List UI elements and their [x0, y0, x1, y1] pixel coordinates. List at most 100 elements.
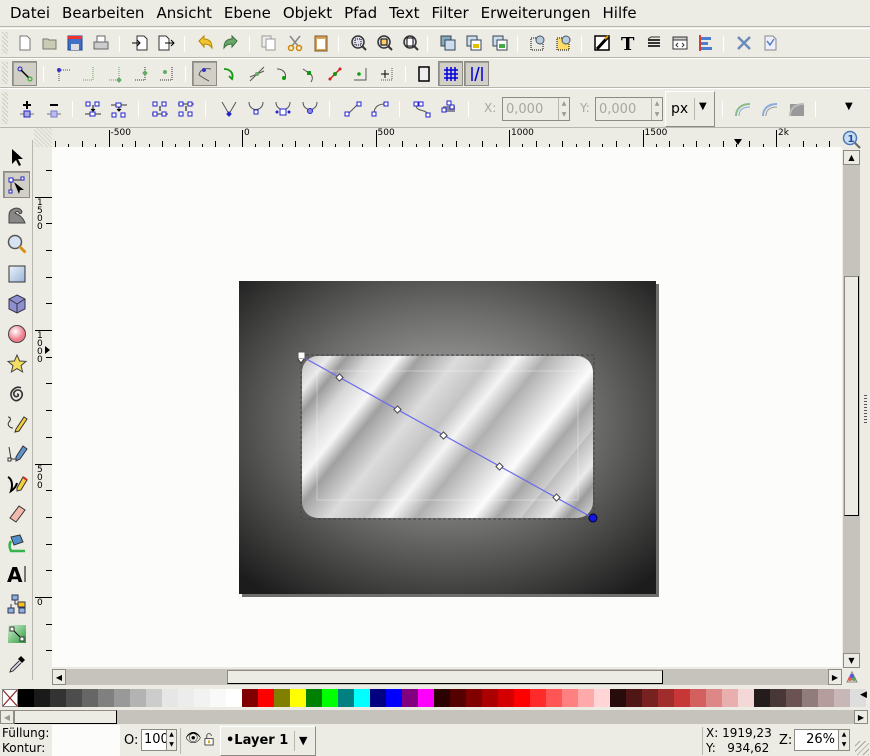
- snap-page-border-icon[interactable]: [413, 63, 435, 85]
- color-swatch[interactable]: [34, 689, 50, 707]
- color-swatch[interactable]: [194, 689, 210, 707]
- snap-midpoints-icon[interactable]: [324, 63, 346, 85]
- horizontal-scrollbar[interactable]: ◀ ▶: [52, 669, 842, 685]
- toolbar-grip[interactable]: [2, 92, 8, 124]
- color-swatch[interactable]: [322, 689, 338, 707]
- delete-segment-icon[interactable]: [175, 98, 197, 120]
- opacity-spin-arrows[interactable]: ▲ ▼: [166, 730, 176, 750]
- color-swatch[interactable]: [498, 689, 514, 707]
- fill-stroke-icon[interactable]: [591, 32, 613, 54]
- tweak-tool-icon[interactable]: [3, 200, 30, 227]
- color-swatch[interactable]: [738, 689, 754, 707]
- color-swatch[interactable]: [178, 689, 194, 707]
- snap-toggle-icon[interactable]: [12, 61, 37, 86]
- xml-editor-icon[interactable]: [669, 32, 691, 54]
- cut-icon[interactable]: [284, 32, 306, 54]
- rectangle-tool-icon[interactable]: [3, 260, 30, 287]
- menu-filter[interactable]: Filter: [432, 2, 469, 24]
- lock-icon[interactable]: [463, 32, 485, 54]
- color-swatch[interactable]: [706, 689, 722, 707]
- color-swatch[interactable]: [626, 689, 642, 707]
- stroke-to-path-icon[interactable]: [438, 98, 460, 120]
- color-swatch[interactable]: [786, 689, 802, 707]
- connector-tool-icon[interactable]: [3, 590, 30, 617]
- export-icon[interactable]: [155, 32, 177, 54]
- color-swatch[interactable]: [770, 689, 786, 707]
- menu-pfad[interactable]: Pfad: [344, 2, 377, 24]
- color-swatch[interactable]: [258, 689, 274, 707]
- break-path-icon[interactable]: [108, 98, 130, 120]
- 3d-box-tool-icon[interactable]: [3, 290, 30, 317]
- snap-nodes-icon[interactable]: [192, 61, 217, 86]
- color-swatch[interactable]: [514, 689, 530, 707]
- clippath-edit-icon[interactable]: [759, 98, 781, 120]
- toolbar-grip[interactable]: [2, 32, 8, 54]
- gradient-tool-icon[interactable]: [3, 620, 30, 647]
- gradient-end-handle[interactable]: [588, 513, 598, 523]
- color-swatch[interactable]: [834, 689, 850, 707]
- undo-icon[interactable]: [194, 32, 216, 54]
- snap-paths-icon[interactable]: [220, 63, 242, 85]
- snap-rotation-center-icon[interactable]: [376, 63, 398, 85]
- eraser-tool-icon[interactable]: [3, 500, 30, 527]
- join-segment-icon[interactable]: [149, 98, 171, 120]
- object-to-path-icon[interactable]: [411, 98, 433, 120]
- color-management-icon[interactable]: [845, 670, 859, 684]
- horizontal-ruler[interactable]: -500 0 500 1000 1500 2k: [52, 128, 842, 147]
- more-options-icon[interactable]: ▼: [845, 101, 853, 112]
- snap-smooth-nodes-icon[interactable]: [272, 63, 294, 85]
- color-swatch[interactable]: [306, 689, 322, 707]
- scroll-left-button[interactable]: ◀: [52, 669, 66, 685]
- vertical-ruler[interactable]: 1500 1000 500 0: [34, 147, 52, 667]
- vertical-scroll-thumb[interactable]: [844, 276, 859, 516]
- snap-object-center-icon[interactable]: [350, 63, 372, 85]
- paint-bucket-tool-icon[interactable]: [3, 530, 30, 557]
- snap-grid-icon[interactable]: [438, 61, 463, 86]
- unlock-icon[interactable]: [489, 32, 511, 54]
- scroll-down-button[interactable]: ▼: [843, 653, 860, 668]
- menu-ebene[interactable]: Ebene: [224, 2, 271, 24]
- horizontal-scroll-thumb[interactable]: [227, 670, 663, 684]
- color-swatch[interactable]: [578, 689, 594, 707]
- panel-handle[interactable]: [864, 395, 867, 425]
- toolbar-grip[interactable]: [2, 62, 8, 84]
- color-swatch[interactable]: [802, 689, 818, 707]
- zoom-selection-icon[interactable]: [348, 32, 370, 54]
- document-properties-icon[interactable]: [759, 32, 781, 54]
- color-swatch[interactable]: [114, 689, 130, 707]
- color-swatch[interactable]: [290, 689, 306, 707]
- snap-bbox-corners-icon[interactable]: [104, 63, 126, 85]
- import-icon[interactable]: [129, 32, 151, 54]
- selector-tool-icon[interactable]: [3, 143, 30, 170]
- color-swatch[interactable]: [98, 689, 114, 707]
- color-swatch[interactable]: [642, 689, 658, 707]
- color-swatch[interactable]: [690, 689, 706, 707]
- new-document-icon[interactable]: [14, 32, 36, 54]
- menu-text[interactable]: Text: [389, 2, 419, 24]
- make-smooth-icon[interactable]: [245, 98, 267, 120]
- gradient-start-handle[interactable]: [297, 351, 306, 360]
- color-swatch[interactable]: [162, 689, 178, 707]
- star-tool-icon[interactable]: [3, 350, 30, 377]
- color-swatch[interactable]: [674, 689, 690, 707]
- color-swatch[interactable]: [658, 689, 674, 707]
- snap-intersections-icon[interactable]: [246, 63, 268, 85]
- color-swatch[interactable]: [82, 689, 98, 707]
- snap-cusp-nodes-icon[interactable]: [298, 63, 320, 85]
- layer-dropdown[interactable]: •Layer 1 ▼: [220, 726, 316, 756]
- zoom-page-icon[interactable]: [400, 32, 422, 54]
- menu-bearbeiten[interactable]: Bearbeiten: [62, 2, 144, 24]
- color-swatch[interactable]: [354, 689, 370, 707]
- color-swatch[interactable]: [546, 689, 562, 707]
- make-curve-icon[interactable]: [369, 98, 391, 120]
- pen-tool-icon[interactable]: [3, 440, 30, 467]
- make-symmetric-icon[interactable]: [272, 98, 294, 120]
- scroll-up-button[interactable]: ▲: [843, 150, 860, 165]
- duplicate-icon[interactable]: [258, 32, 280, 54]
- color-swatch[interactable]: [386, 689, 402, 707]
- paste-icon[interactable]: [310, 32, 332, 54]
- palette-scroll-right[interactable]: ▶: [854, 710, 868, 724]
- snap-bbox-center-icon[interactable]: [156, 63, 178, 85]
- menu-datei[interactable]: Datei: [10, 2, 50, 24]
- palette-scroll-thumb[interactable]: [14, 710, 117, 724]
